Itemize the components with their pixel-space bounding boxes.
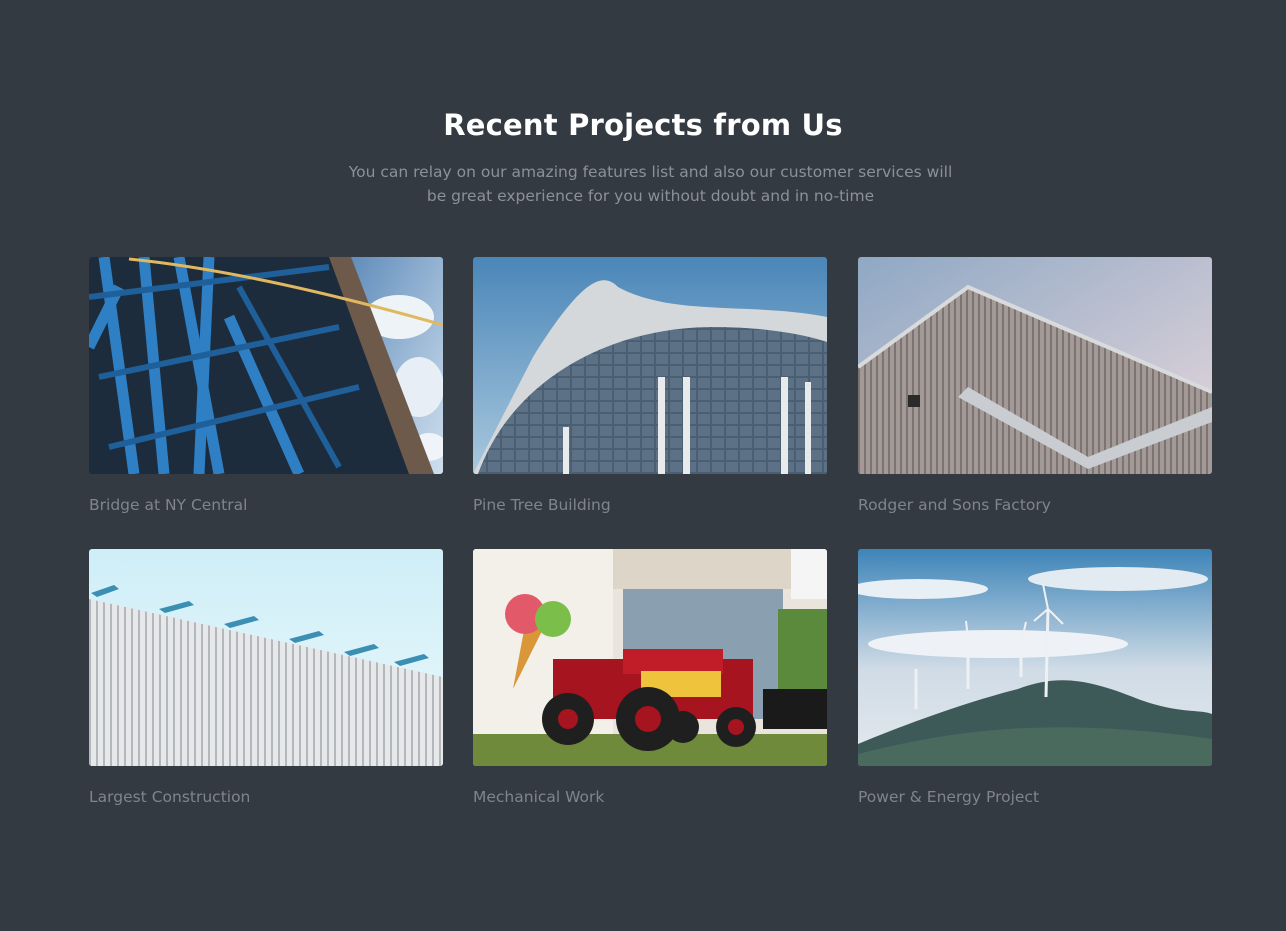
red-vintage-tractor-gelato-photo — [473, 549, 827, 766]
project-image-rodger-factory[interactable] — [858, 257, 1212, 474]
project-caption[interactable]: Pine Tree Building — [473, 496, 827, 514]
curved-roof-building-photo — [473, 257, 827, 474]
white-cladding-solar-panels-photo — [89, 549, 443, 766]
project-image-power-energy[interactable] — [858, 549, 1212, 766]
project-card-largest-construction[interactable]: Largest Construction — [89, 549, 443, 806]
section-subtitle-line-1: You can relay on our amazing features li… — [348, 163, 953, 181]
project-image-bridge[interactable] — [89, 257, 443, 474]
project-image-mechanical-work[interactable] — [473, 549, 827, 766]
project-image-largest-construction[interactable] — [89, 549, 443, 766]
section-subtitle: You can relay on our amazing features li… — [330, 160, 971, 208]
project-caption[interactable]: Mechanical Work — [473, 788, 827, 806]
project-image-pine-tree[interactable] — [473, 257, 827, 474]
project-card-power-energy[interactable]: Power & Energy Project — [858, 549, 1212, 806]
wind-turbines-hill-photo — [858, 549, 1212, 766]
section-subtitle-line-2: be great experience for you without doub… — [426, 187, 875, 205]
project-caption[interactable]: Bridge at NY Central — [89, 496, 443, 514]
project-caption[interactable]: Largest Construction — [89, 788, 443, 806]
project-card-mechanical-work[interactable]: Mechanical Work — [473, 549, 827, 806]
project-card-rodger-factory[interactable]: Rodger and Sons Factory — [858, 257, 1212, 514]
project-caption[interactable]: Rodger and Sons Factory — [858, 496, 1212, 514]
corrugated-factory-roof-photo — [858, 257, 1212, 474]
project-card-pine-tree[interactable]: Pine Tree Building — [473, 257, 827, 514]
section-title: Recent Projects from Us — [443, 108, 843, 142]
project-card-bridge[interactable]: Bridge at NY Central — [89, 257, 443, 514]
project-caption[interactable]: Power & Energy Project — [858, 788, 1212, 806]
blue-steel-bridge-photo — [89, 257, 443, 474]
